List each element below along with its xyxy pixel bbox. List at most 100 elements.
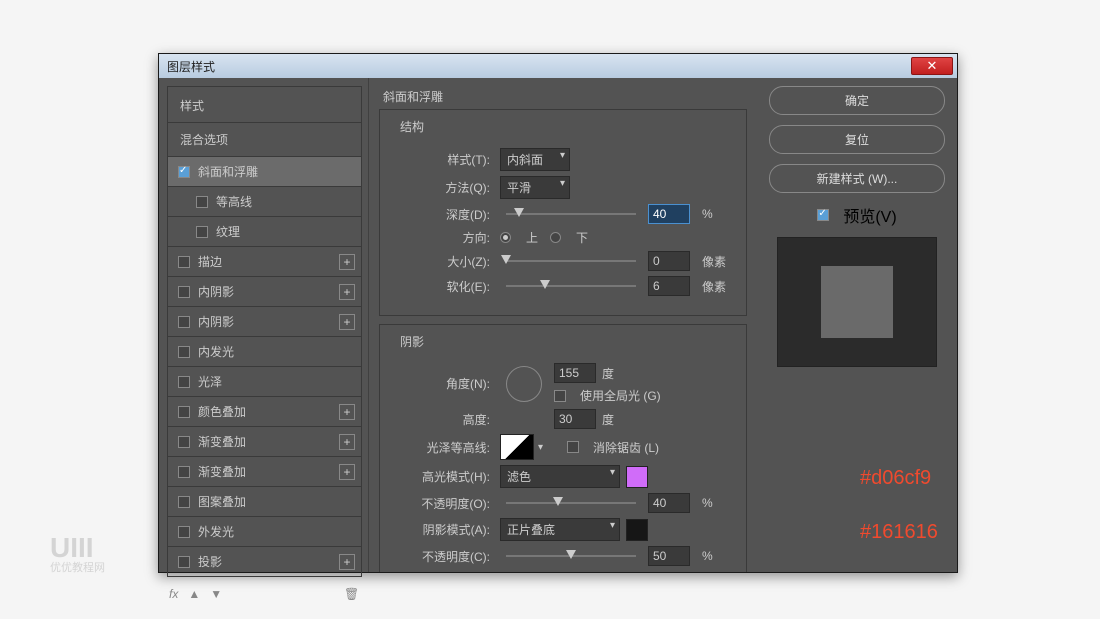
highlight-opacity-input[interactable]: 40: [648, 493, 690, 513]
style-item-6[interactable]: 内发光: [168, 336, 361, 366]
style-checkbox[interactable]: [178, 286, 190, 298]
style-checkbox[interactable]: [178, 466, 190, 478]
size-slider[interactable]: [506, 260, 636, 262]
preview-swatch: [821, 266, 893, 338]
style-checkbox[interactable]: [178, 436, 190, 448]
new-style-button[interactable]: 新建样式 (W)...: [769, 164, 945, 193]
style-item-4[interactable]: 内阴影+: [168, 276, 361, 306]
gloss-contour-label: 光泽等高线:: [392, 439, 490, 456]
watermark-sub: 优优教程网: [50, 559, 105, 575]
style-item-1[interactable]: 等高线: [168, 186, 361, 216]
altitude-label: 高度:: [392, 411, 490, 428]
style-item-9[interactable]: 渐变叠加 +: [168, 426, 361, 456]
blending-options[interactable]: 混合选项: [168, 122, 361, 156]
style-item-8[interactable]: 颜色叠加 +: [168, 396, 361, 426]
trash-icon[interactable]: 🗑: [344, 587, 358, 601]
titlebar: 图层样式 ✕: [159, 54, 957, 78]
antialias-checkbox[interactable]: [567, 441, 579, 453]
highlight-mode-label: 高光模式(H):: [392, 468, 490, 485]
highlight-opacity-slider[interactable]: [506, 502, 636, 504]
style-item-label: 渐变叠加: [198, 433, 246, 450]
style-checkbox[interactable]: [196, 196, 208, 208]
style-item-label: 颜色叠加: [198, 403, 246, 420]
cancel-button[interactable]: 复位: [769, 125, 945, 154]
style-checkbox[interactable]: [178, 166, 190, 178]
style-checkbox[interactable]: [178, 556, 190, 568]
arrow-up-icon[interactable]: ▲: [188, 587, 200, 601]
highlight-color-swatch[interactable]: [626, 466, 648, 488]
shadow-mode-label: 阴影模式(A):: [392, 521, 490, 538]
style-checkbox[interactable]: [178, 496, 190, 508]
angle-input[interactable]: 155: [554, 363, 596, 383]
add-effect-button[interactable]: +: [339, 404, 355, 420]
style-item-10[interactable]: 渐变叠加+: [168, 456, 361, 486]
size-input[interactable]: 0: [648, 251, 690, 271]
add-effect-button[interactable]: +: [339, 464, 355, 480]
soften-slider[interactable]: [506, 285, 636, 287]
style-item-label: 外发光: [198, 523, 234, 540]
style-select[interactable]: 内斜面: [500, 148, 570, 171]
style-item-label: 纹理: [216, 223, 240, 240]
style-checkbox[interactable]: [196, 226, 208, 238]
highlight-opacity-label: 不透明度(O):: [392, 495, 490, 512]
style-checkbox[interactable]: [178, 376, 190, 388]
technique-select[interactable]: 平滑: [500, 176, 570, 199]
preview-checkbox[interactable]: [817, 209, 829, 221]
technique-label: 方法(Q):: [392, 179, 490, 196]
structure-fieldset: 结构 样式(T): 内斜面 方法(Q): 平滑 深度(D): 40 % 方向:: [379, 109, 747, 316]
shadow-opacity-slider[interactable]: [506, 555, 636, 557]
add-effect-button[interactable]: +: [339, 314, 355, 330]
shadow-mode-select[interactable]: 正片叠底: [500, 518, 620, 541]
ok-button[interactable]: 确定: [769, 86, 945, 115]
global-light-checkbox[interactable]: [554, 390, 566, 402]
close-button[interactable]: ✕: [911, 57, 953, 75]
highlight-opacity-unit: %: [702, 496, 713, 510]
bevel-panel: 斜面和浮雕 结构 样式(T): 内斜面 方法(Q): 平滑 深度(D): 40 …: [369, 78, 757, 572]
style-item-label: 内阴影: [198, 313, 234, 330]
style-item-0[interactable]: 斜面和浮雕: [168, 156, 361, 186]
style-label: 样式(T):: [392, 151, 490, 168]
style-item-label: 斜面和浮雕: [198, 163, 258, 180]
soften-input[interactable]: 6: [648, 276, 690, 296]
style-checkbox[interactable]: [178, 346, 190, 358]
preview-box: [777, 237, 937, 367]
direction-label: 方向:: [392, 229, 490, 246]
shadow-opacity-input[interactable]: 50: [648, 546, 690, 566]
style-item-11[interactable]: 图案叠加: [168, 486, 361, 516]
style-checkbox[interactable]: [178, 256, 190, 268]
style-item-3[interactable]: 描边+: [168, 246, 361, 276]
add-effect-button[interactable]: +: [339, 434, 355, 450]
style-item-7[interactable]: 光泽: [168, 366, 361, 396]
add-effect-button[interactable]: +: [339, 554, 355, 570]
shadow-color-swatch[interactable]: [626, 519, 648, 541]
add-effect-button[interactable]: +: [339, 284, 355, 300]
style-item-2[interactable]: 纹理: [168, 216, 361, 246]
angle-control[interactable]: [506, 366, 542, 402]
style-checkbox[interactable]: [178, 406, 190, 418]
depth-input[interactable]: 40: [648, 204, 690, 224]
sidebar-header: 样式: [168, 87, 361, 122]
depth-slider[interactable]: [506, 213, 636, 215]
direction-down-radio[interactable]: [550, 232, 561, 243]
style-item-13[interactable]: 投影+: [168, 546, 361, 576]
add-effect-button[interactable]: +: [339, 254, 355, 270]
annotation-highlight-color: #d06cf9: [860, 467, 931, 490]
gloss-contour-swatch[interactable]: [500, 434, 534, 460]
style-item-label: 等高线: [216, 193, 252, 210]
style-checkbox[interactable]: [178, 316, 190, 328]
style-item-5[interactable]: 内阴影 +: [168, 306, 361, 336]
arrow-down-icon[interactable]: ▼: [210, 587, 222, 601]
direction-up-label: 上: [526, 229, 538, 246]
style-checkbox[interactable]: [178, 526, 190, 538]
highlight-mode-select[interactable]: 滤色: [500, 465, 620, 488]
direction-down-label: 下: [576, 229, 588, 246]
shading-title: 阴影: [396, 333, 428, 350]
right-column: 确定 复位 新建样式 (W)... 预览(V): [757, 78, 957, 572]
style-item-label: 图案叠加: [198, 493, 246, 510]
shadow-opacity-label: 不透明度(C):: [392, 548, 490, 565]
style-item-12[interactable]: 外发光: [168, 516, 361, 546]
altitude-input[interactable]: 30: [554, 409, 596, 429]
direction-up-radio[interactable]: [500, 232, 511, 243]
panel-title: 斜面和浮雕: [383, 88, 747, 105]
fx-label[interactable]: fx: [169, 587, 178, 601]
